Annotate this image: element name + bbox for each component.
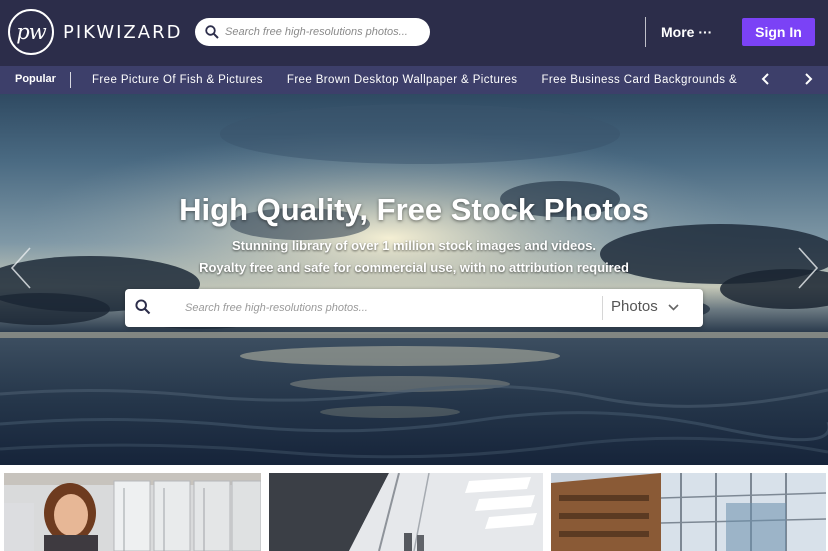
hero-banner: High Quality, Free Stock Photos Stunning… xyxy=(0,94,828,465)
chevron-right-icon[interactable] xyxy=(803,72,813,89)
photo-thumbnail[interactable] xyxy=(269,473,543,551)
chevron-down-icon xyxy=(668,298,679,315)
search-icon[interactable] xyxy=(135,299,151,315)
hero-title: High Quality, Free Stock Photos xyxy=(179,192,649,227)
photo-thumbnail[interactable] xyxy=(4,473,261,551)
header-search-box[interactable] xyxy=(195,18,430,46)
popular-link[interactable]: Free Business Card Backgrounds & xyxy=(541,66,737,94)
top-header: pw PIKWIZARD More ··· Sign In xyxy=(0,0,828,66)
search-divider xyxy=(602,296,603,320)
search-icon xyxy=(205,25,219,39)
popular-divider xyxy=(70,72,71,88)
popular-links: Free Picture Of Fish & Pictures Free Brow… xyxy=(92,66,740,94)
popular-link[interactable]: Free Brown Desktop Wallpaper & Pictures xyxy=(287,66,518,94)
hero-subtitle-1: Stunning library of over 1 million stock… xyxy=(231,238,597,253)
ocean-sunset-image xyxy=(0,94,828,465)
photo-grid xyxy=(0,465,828,551)
logo-mark: pw xyxy=(8,9,54,55)
chevron-left-icon[interactable] xyxy=(761,72,771,89)
media-type-label: Photos xyxy=(611,298,658,315)
photo-thumbnail[interactable] xyxy=(551,473,826,551)
header-divider xyxy=(645,17,646,47)
logo-text: PIKWIZARD xyxy=(63,21,183,43)
popular-label: Popular xyxy=(15,73,56,85)
header-search-input[interactable] xyxy=(225,26,415,38)
popular-link[interactable]: Free Picture Of Fish & Pictures xyxy=(92,66,263,94)
hero-search-box[interactable]: Photos xyxy=(125,289,703,327)
logo[interactable]: pw PIKWIZARD xyxy=(8,9,182,55)
popular-bar: Popular Free Picture Of Fish & Pictures F… xyxy=(0,66,828,94)
hero-subtitle-2: Royalty free and safe for commercial use… xyxy=(199,260,629,275)
more-menu-button[interactable]: More ··· xyxy=(661,24,712,40)
hero-search-input[interactable] xyxy=(185,298,605,318)
sign-in-button[interactable]: Sign In xyxy=(742,18,815,46)
media-type-select[interactable]: Photos xyxy=(611,298,679,315)
